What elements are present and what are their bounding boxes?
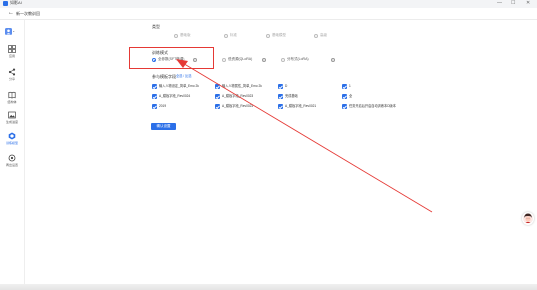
type-radio[interactable] <box>314 34 318 38</box>
param-checkbox[interactable] <box>278 104 283 109</box>
app-name: 如影AI <box>10 0 22 5</box>
sidebar-item-label: 训练模型 <box>5 141 18 145</box>
sidebar-item-settings[interactable]: 再出设置 <box>0 154 24 167</box>
param-label: 2019 <box>159 104 167 108</box>
maximize-button[interactable]: ☐ <box>511 0 515 6</box>
param-label: A_模板字段_Rev0024 <box>159 94 191 98</box>
params-section-label: 参与模板字段 <box>152 74 176 79</box>
param-label: A_模板字段_Rev0021 <box>285 104 317 108</box>
param-checkbox[interactable] <box>278 84 283 89</box>
param-label: 输入人物属性_简单_Emo 2k <box>222 84 262 88</box>
param-checkbox[interactable] <box>152 84 157 89</box>
minimize-button[interactable]: — <box>497 0 502 6</box>
info-icon[interactable]: i <box>331 58 335 62</box>
model-radio-lora[interactable] <box>281 58 285 62</box>
type-option-label: 高级 <box>320 33 327 37</box>
page-header: ← 新一次教训回 <box>0 8 537 20</box>
param-label: D <box>285 84 288 88</box>
sidebar-item-label: 生成进度 <box>5 120 18 124</box>
info-icon[interactable]: i <box>262 58 266 62</box>
param-checkbox[interactable] <box>215 104 220 109</box>
param-checkbox[interactable] <box>342 84 347 89</box>
sidebar-item-apps[interactable]: 应用 <box>0 45 24 58</box>
sidebar: 应用 分享 结构体 生成进度 训练模型 再出设置 <box>0 20 25 290</box>
param-checkbox[interactable] <box>215 94 220 99</box>
sidebar-item-share[interactable]: 分享 <box>0 68 24 81</box>
param-label: 全 <box>349 94 353 98</box>
type-option-label: 标准 <box>230 33 237 37</box>
type-section-label: 类型 <box>152 24 160 29</box>
param-label: 输入人物设定_简单_Emo 2k <box>159 84 199 88</box>
sidebar-item-label: 再出设置 <box>5 163 18 167</box>
user-avatar-icon[interactable] <box>5 28 15 37</box>
back-arrow-icon[interactable]: ← <box>8 10 14 17</box>
model-icon <box>8 132 16 140</box>
param-label: A_模板字段_Rev0023 <box>222 104 254 108</box>
taskbar-strip <box>0 284 537 290</box>
book-icon <box>8 91 16 99</box>
close-button[interactable]: ✕ <box>526 0 530 6</box>
sidebar-item-label: 分享 <box>8 77 15 81</box>
type-option-label: 基础版 <box>180 33 191 37</box>
model-option-label: 分布式(LoRA) <box>287 57 309 61</box>
sidebar-item-structure[interactable]: 结构体 <box>0 91 24 104</box>
grid-icon <box>8 45 16 53</box>
type-radio[interactable] <box>224 34 228 38</box>
type-radio[interactable] <box>266 34 270 38</box>
param-checkbox[interactable] <box>342 104 347 109</box>
sidebar-item-progress[interactable]: 生成进度 <box>0 111 24 124</box>
share-icon <box>8 68 16 76</box>
type-option-label: 基础模型 <box>272 33 286 37</box>
assistant-avatar-icon <box>523 213 533 224</box>
sidebar-item-label: 结构体 <box>7 100 17 104</box>
window-titlebar: 如影AI — ☐ ✕ <box>0 0 537 8</box>
param-checkbox[interactable] <box>342 94 347 99</box>
param-label: 完成基础 <box>285 94 298 98</box>
annotation-highlight-box <box>129 47 214 69</box>
settings-icon <box>8 154 16 162</box>
param-label: A_模板字段_Rev0023 <box>222 94 254 98</box>
support-avatar[interactable] <box>522 212 534 225</box>
confirm-settings-button[interactable]: 确认设置 <box>151 123 176 130</box>
model-option-label: 低资源(QLoRA) <box>228 57 253 61</box>
page-title: 新一次教训回 <box>16 11 40 16</box>
image-icon <box>8 111 16 119</box>
sidebar-item-label: 应用 <box>8 54 15 58</box>
type-radio[interactable] <box>174 34 178 38</box>
param-checkbox[interactable] <box>278 94 283 99</box>
param-label: 任务开启后开启自动训练本D版本 <box>349 104 396 108</box>
param-label: 1 <box>349 84 351 88</box>
param-checkbox[interactable] <box>152 94 157 99</box>
model-radio-qlora[interactable] <box>222 58 226 62</box>
param-checkbox[interactable] <box>215 84 220 89</box>
app-logo-icon <box>3 1 8 6</box>
select-all-links[interactable]: 全选 / 反选 <box>176 74 191 79</box>
main-content: 类型 基础版 标准 基础模型 高级 训练模式 全参数(SFT微调) i 低资源(… <box>25 20 537 290</box>
param-checkbox[interactable] <box>152 104 157 109</box>
sidebar-item-train-model[interactable]: 训练模型 <box>0 132 24 145</box>
